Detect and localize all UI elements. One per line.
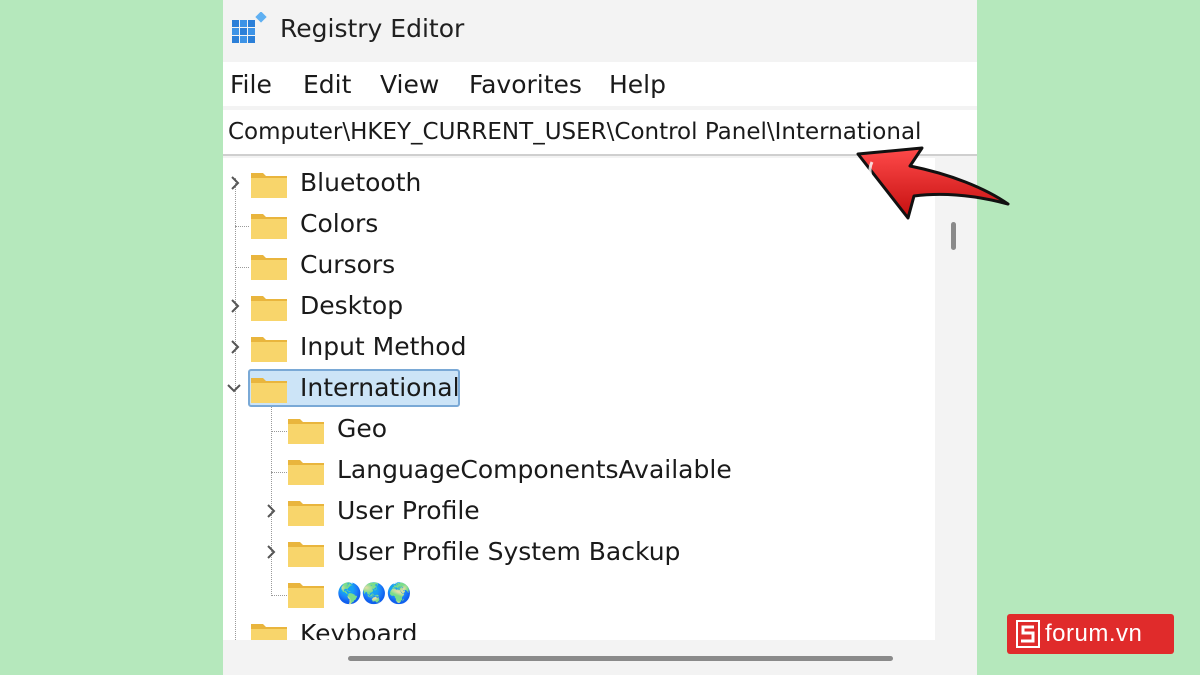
red-arrow-icon (856, 146, 1010, 220)
horizontal-scroll-thumb[interactable] (348, 656, 893, 661)
registry-editor-window: Registry Editor File Edit View Favorites… (223, 0, 977, 675)
vertical-scrollbar[interactable] (935, 158, 977, 640)
watermark-text: forum.vn (1045, 620, 1143, 647)
menu-file[interactable]: File (230, 70, 272, 99)
tree-item-label: Input Method (300, 332, 467, 361)
tree-item-label: Geo (337, 414, 388, 443)
folder-icon (288, 419, 324, 444)
tree-item-label: LanguageComponentsAvailable (337, 455, 732, 484)
key-tree: Bluetooth Colors Cursors Desktop Input M… (223, 158, 935, 640)
menu-bar: File Edit View Favorites Help (223, 62, 977, 106)
tree-item-international[interactable]: International (223, 369, 935, 407)
folder-icon (251, 337, 287, 362)
tree-item-globes[interactable]: 🌎🌏🌍 (223, 574, 935, 612)
chevron-right-icon[interactable] (226, 297, 244, 315)
tree-item-label: 🌎🌏🌍 (337, 581, 412, 605)
chevron-right-icon[interactable] (226, 338, 244, 356)
tree-item-keyboard[interactable]: Keyboard (223, 615, 935, 640)
registry-editor-icon (232, 12, 267, 43)
tree-item-label: Desktop (300, 291, 404, 320)
tree-item-colors[interactable]: Colors (223, 205, 935, 243)
tree-item-language-components-available[interactable]: LanguageComponentsAvailable (223, 451, 935, 489)
chevron-right-icon[interactable] (262, 502, 280, 520)
chevron-right-icon[interactable] (226, 174, 244, 192)
tree-item-label: International (300, 373, 460, 402)
folder-icon (251, 296, 287, 321)
folder-icon (251, 255, 287, 280)
menu-edit[interactable]: Edit (303, 70, 351, 99)
window-title: Registry Editor (280, 14, 465, 43)
chevron-down-icon[interactable] (225, 379, 243, 397)
tree-item-user-profile-system-backup[interactable]: User Profile System Backup (223, 533, 935, 571)
tree-item-label: User Profile System Backup (337, 537, 681, 566)
folder-icon (251, 214, 287, 239)
tree-item-desktop[interactable]: Desktop (223, 287, 935, 325)
folder-icon (288, 542, 324, 567)
menu-favorites[interactable]: Favorites (469, 70, 582, 99)
tree-item-cursors[interactable]: Cursors (223, 246, 935, 284)
address-path[interactable]: Computer\HKEY_CURRENT_USER\Control Panel… (228, 119, 921, 145)
tree-item-user-profile[interactable]: User Profile (223, 492, 935, 530)
s-logo-icon (1016, 620, 1040, 648)
tree-item-label: Bluetooth (300, 168, 422, 197)
menu-help[interactable]: Help (609, 70, 666, 99)
tree-item-label: Cursors (300, 250, 396, 279)
forum-logo: forum.vn (1007, 614, 1174, 654)
folder-icon (288, 583, 324, 608)
folder-icon (288, 501, 324, 526)
tree-item-label: Keyboard (300, 619, 418, 640)
tree-item-label: Colors (300, 209, 379, 238)
folder-icon (251, 173, 287, 198)
title-bar: Registry Editor (223, 0, 977, 62)
tree-item-bluetooth[interactable]: Bluetooth (223, 164, 935, 202)
folder-icon (288, 460, 324, 485)
tree-item-input-method[interactable]: Input Method (223, 328, 935, 366)
folder-icon (251, 624, 287, 640)
chevron-right-icon[interactable] (262, 543, 280, 561)
tree-item-label: User Profile (337, 496, 480, 525)
vertical-scroll-thumb[interactable] (951, 222, 956, 250)
tree-item-geo[interactable]: Geo (223, 410, 935, 448)
folder-icon (251, 378, 287, 403)
menu-view[interactable]: View (380, 70, 439, 99)
